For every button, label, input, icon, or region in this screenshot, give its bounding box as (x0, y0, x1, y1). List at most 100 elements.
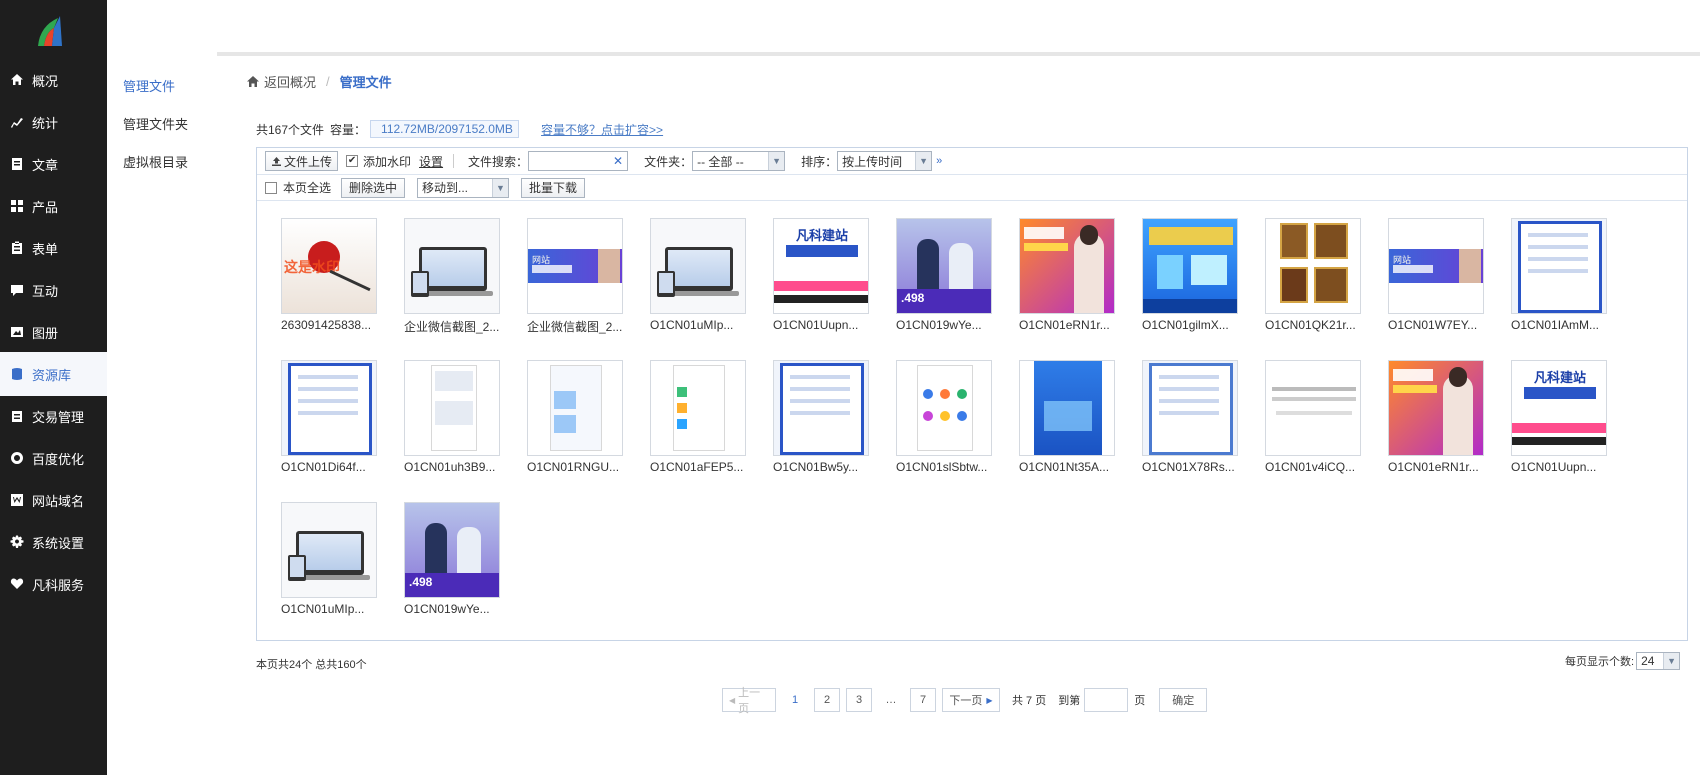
file-thumbnail[interactable] (1142, 360, 1238, 456)
file-tile[interactable]: 企业微信截图_2... (404, 218, 514, 338)
file-tile[interactable]: O1CN01uh3B9... (404, 360, 514, 480)
batch-download-button[interactable]: 批量下载 (521, 177, 586, 198)
file-thumbnail[interactable]: .498 (404, 502, 500, 598)
file-tile[interactable]: O1CN01aFEP5... (650, 360, 760, 480)
gear-icon (10, 535, 24, 549)
file-total: 共167个文件 (256, 122, 325, 137)
expand-capacity-link[interactable]: 容量不够？点击扩容>> (541, 121, 663, 138)
search-input[interactable]: ✕ (528, 151, 629, 171)
prev-page-button[interactable]: ◀ 上一页 (722, 687, 776, 715)
file-tile[interactable]: O1CN01v4iCQ... (1265, 360, 1375, 480)
file-name: O1CN01slSbtw... (896, 460, 988, 474)
file-thumbnail[interactable] (1019, 218, 1115, 314)
trade-icon (10, 409, 24, 423)
pagination: ◀ 上一页 1 2 3 … 7 下一页 ▶ 共 7 页 到第 页 确定 (722, 687, 1213, 715)
file-tile[interactable]: O1CN01gilmX... (1142, 218, 1252, 338)
file-tile[interactable]: O1CN01uMIp... (281, 502, 391, 622)
file-thumbnail[interactable]: 网站 (527, 218, 623, 314)
upload-button[interactable]: 文件上传 (265, 151, 339, 171)
sidebar-item-2[interactable]: 文章 (0, 142, 107, 186)
clear-icon[interactable]: ✕ (613, 154, 623, 168)
delete-selected-button[interactable]: 删除选中 (341, 177, 406, 198)
file-thumbnail[interactable] (1388, 360, 1484, 456)
watermark-checkbox[interactable]: ✔ (346, 155, 359, 167)
file-tile[interactable]: 这是水印 263091425838... (281, 218, 391, 338)
goto-page-input[interactable] (1084, 688, 1129, 712)
main-sidebar: 概况 统计 文章 产品 表单 互动 图册 资源库 交易管理 百度优化 网站域名系统设置凡科服务 (0, 0, 118, 775)
file-thumbnail[interactable] (1511, 218, 1607, 314)
subnav-virtual-root[interactable]: 虚拟根目录 (123, 152, 188, 171)
sidebar-item-label: 系统设置 (32, 535, 85, 551)
file-thumbnail[interactable] (650, 218, 746, 314)
file-tile[interactable]: 凡科建站 O1CN01Uupn... (773, 218, 883, 338)
file-tile[interactable]: O1CN01QK21r... (1265, 218, 1375, 338)
sidebar-item-0[interactable]: 概况 (0, 58, 107, 102)
back-overview-link[interactable]: 返回概况 (246, 72, 316, 91)
thumb-text: .498 (409, 575, 433, 589)
subnav-manage-folders[interactable]: 管理文件夹 (123, 114, 188, 133)
sidebar-item-8[interactable]: 交易管理 (0, 394, 107, 438)
file-thumbnail[interactable] (527, 360, 623, 456)
file-tile[interactable]: .498 O1CN019wYe... (896, 218, 1006, 338)
sidebar-item-1[interactable]: 统计 (0, 100, 107, 144)
page-2[interactable]: 2 (814, 688, 840, 712)
file-name: O1CN01aFEP5... (650, 460, 744, 474)
goto-confirm-button[interactable]: 确定 (1159, 688, 1208, 712)
file-tile[interactable]: 网站 企业微信截图_2... (527, 218, 637, 338)
file-name: O1CN01Uupn... (1511, 460, 1597, 474)
sidebar-item-6[interactable]: 图册 (0, 310, 107, 354)
file-thumbnail[interactable]: .498 (896, 218, 992, 314)
file-thumbnail[interactable] (896, 360, 992, 456)
file-tile[interactable]: 凡科建站 O1CN01Uupn... (1511, 360, 1621, 480)
page-7[interactable]: 7 (910, 688, 936, 712)
file-tile[interactable]: O1CN01uMIp... (650, 218, 760, 338)
next-page-button[interactable]: 下一页 ▶ (942, 688, 1000, 712)
file-tile[interactable]: O1CN01Bw5y... (773, 360, 883, 480)
file-tile[interactable]: O1CN01eRN1r... (1019, 218, 1129, 338)
sidebar-item-11[interactable]: 系统设置 (0, 520, 107, 564)
page-1[interactable]: 1 (782, 688, 808, 712)
file-thumbnail[interactable] (404, 218, 500, 314)
file-thumbnail[interactable] (1265, 218, 1361, 314)
file-thumbnail[interactable]: 网站 (1388, 218, 1484, 314)
file-tile[interactable]: O1CN01IAmM... (1511, 218, 1621, 338)
file-thumbnail[interactable]: 凡科建站 (773, 218, 869, 314)
file-tile[interactable]: O1CN01slSbtw... (896, 360, 1006, 480)
storage-info: 共167个文件 容量： 112.72MB/2097152.0MB 容量不够？点击… (256, 120, 663, 138)
select-all-checkbox[interactable] (265, 181, 277, 194)
file-tile[interactable]: O1CN01Nt35A... (1019, 360, 1129, 480)
per-page-select[interactable]: 24 ▼ (1636, 652, 1681, 670)
file-thumbnail[interactable] (281, 502, 377, 598)
page-3[interactable]: 3 (846, 688, 872, 712)
sidebar-item-3[interactable]: 产品 (0, 184, 107, 228)
move-to-select[interactable]: 移动到... ▼ (417, 177, 510, 198)
sidebar-item-12[interactable]: 凡科服务 (0, 562, 107, 606)
file-thumbnail[interactable]: 这是水印 (281, 218, 377, 314)
sort-select[interactable]: 按上传时间 ▼ (837, 151, 933, 171)
file-tile[interactable]: 网站 O1CN01W7EY... (1388, 218, 1498, 338)
watermark-settings-link[interactable]: 设置 (419, 153, 443, 170)
database-icon (10, 367, 24, 381)
folder-select[interactable]: -- 全部 -- ▼ (692, 151, 786, 171)
file-tile[interactable]: O1CN01eRN1r... (1388, 360, 1498, 480)
file-thumbnail[interactable] (650, 360, 746, 456)
file-tile[interactable]: O1CN01Di64f... (281, 360, 391, 480)
file-thumbnail[interactable] (1265, 360, 1361, 456)
sidebar-item-7[interactable]: 资源库 (0, 352, 118, 396)
file-tile[interactable]: .498 O1CN019wYe... (404, 502, 514, 622)
sidebar-item-4[interactable]: 表单 (0, 226, 107, 270)
file-thumbnail[interactable] (404, 360, 500, 456)
file-thumbnail[interactable] (1142, 218, 1238, 314)
expand-more-icon[interactable]: » (936, 155, 942, 167)
file-thumbnail[interactable] (281, 360, 377, 456)
app-logo[interactable] (32, 12, 72, 48)
sidebar-item-9[interactable]: 百度优化 (0, 436, 107, 480)
file-tile[interactable]: O1CN01RNGU... (527, 360, 637, 480)
sidebar-item-5[interactable]: 互动 (0, 268, 107, 312)
file-thumbnail[interactable]: 凡科建站 (1511, 360, 1607, 456)
sidebar-item-10[interactable]: 网站域名 (0, 478, 107, 522)
file-thumbnail[interactable] (773, 360, 869, 456)
file-tile[interactable]: O1CN01X78Rs... (1142, 360, 1252, 480)
subnav-manage-files[interactable]: 管理文件 (123, 76, 175, 95)
file-thumbnail[interactable] (1019, 360, 1115, 456)
